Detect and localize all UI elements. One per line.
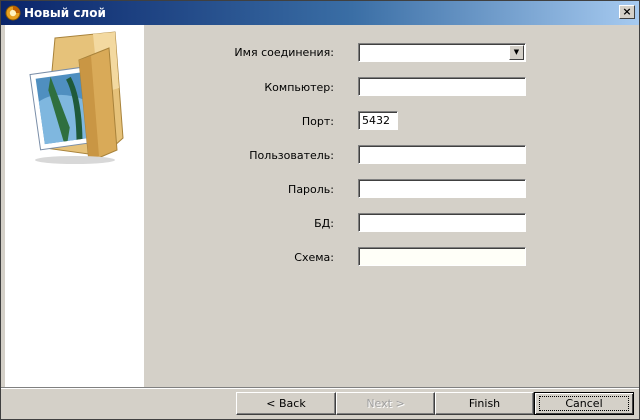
app-logo-icon	[5, 5, 21, 21]
title-bar[interactable]: Новый слой ×	[1, 1, 639, 25]
close-icon: ×	[622, 5, 632, 18]
next-button[interactable]: Next >	[336, 392, 435, 415]
host-label: Компьютер:	[264, 81, 334, 94]
wizard-side-panel	[5, 25, 144, 387]
footer-separator	[1, 387, 639, 389]
finish-button[interactable]: Finish	[435, 392, 534, 415]
user-input[interactable]	[358, 145, 526, 164]
close-button[interactable]: ×	[619, 5, 635, 19]
window-title: Новый слой	[24, 6, 106, 20]
database-input[interactable]	[358, 213, 526, 232]
back-button[interactable]: < Back	[236, 392, 336, 415]
folder-image-icon	[29, 31, 124, 164]
schema-input[interactable]	[358, 247, 526, 266]
database-label: БД:	[314, 217, 334, 230]
cancel-button[interactable]: Cancel	[534, 392, 634, 415]
chevron-down-icon[interactable]: ▼	[509, 45, 524, 60]
connection-name-combo[interactable]: ▼	[358, 43, 526, 62]
focus-indicator	[539, 396, 629, 411]
port-label: Порт:	[301, 115, 334, 128]
schema-label: Схема:	[294, 251, 334, 264]
user-label: Пользователь:	[249, 149, 334, 162]
dialog-window: Новый слой × Имя соединения: ▼ Компьютер…	[0, 0, 640, 420]
password-label: Пароль:	[288, 183, 334, 196]
password-input[interactable]	[358, 179, 526, 198]
port-input[interactable]: 5432	[358, 111, 398, 130]
host-input[interactable]	[358, 77, 526, 96]
connection-name-label: Имя соединения:	[234, 46, 334, 59]
connection-form: Имя соединения: ▼ Компьютер: Порт: 5432 …	[144, 25, 639, 387]
